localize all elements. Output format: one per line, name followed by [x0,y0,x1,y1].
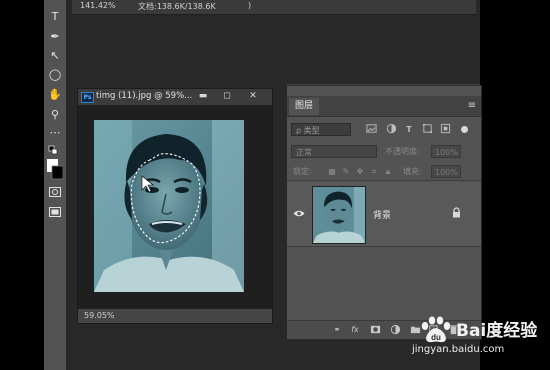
link-layers-icon[interactable]: ⚭ [331,324,343,336]
zoom-tool-icon[interactable]: ⚲ [47,106,63,122]
screen-mode-icon[interactable] [47,204,63,220]
pen-tool-icon[interactable]: ✒ [47,28,63,44]
type-tool-icon[interactable]: T [47,8,63,24]
lock-row: 锁定: ▦ ✎ ✥ ⌗ 🔒︎ 填充: 100% [287,164,481,181]
doc-size-readout: 文档:138.6K/138.6K [138,2,216,11]
opacity-label: 不透明度: [385,147,420,156]
layer-thumbnail [312,186,366,244]
color-swatches-icon[interactable] [47,158,63,180]
fill-label: 填充: [403,167,422,176]
left-letterbox [0,0,44,370]
layers-panel: 图层 ≡ ρ 类型 T 正常 不透明度: 100% 锁定: ▦ ✎ ✥ ⌗ 🔒︎… [286,85,482,340]
hand-tool-icon[interactable]: ✋ [47,86,63,102]
window-status-bar: 59.05% [78,309,272,323]
minimize-icon[interactable]: ▬ [196,90,210,103]
layer-row[interactable]: 背景 [287,182,481,247]
lock-artboard-icon[interactable]: ⌗ [369,166,379,177]
zoom-readout[interactable]: 59.05% [84,311,115,320]
tools-panel: T ✒ ↖ ◯ ✋ ⚲ ⋯ [44,0,67,370]
window-title: timg (11).jpg @ 59%... [96,91,193,101]
watermark-brand: Bai度经验 [456,321,538,341]
panel-menu-icon[interactable]: ≡ [468,100,476,111]
path-select-icon[interactable]: ↖ [47,47,63,63]
blend-mode-select[interactable]: 正常 [291,145,377,158]
adjustment-filter-icon[interactable] [385,123,397,136]
lock-label: 锁定: [293,167,312,176]
watermark-url: jingyan.baidu.com [412,344,505,355]
adjustment-layer-icon[interactable] [389,324,401,336]
fx-icon[interactable]: fx [349,324,361,336]
lock-transparency-icon[interactable]: ▦ [327,166,337,177]
baidu-paw-logo: du [421,316,451,343]
type-filter-icon[interactable]: T [403,123,415,136]
close-icon[interactable]: ✕ [246,90,260,103]
baidu-jingyan-watermark: du Bai度经验 jingyan.baidu.com [412,316,537,355]
filter-toggle[interactable] [461,126,468,133]
window-titlebar[interactable]: Ps timg (11).jpg @ 59%... ▬ ◻ ✕ [78,89,272,106]
tab-layers[interactable]: 图层 [289,98,320,115]
image-filter-icon[interactable] [365,123,377,136]
lock-all-icon[interactable]: 🔒︎ [383,166,393,177]
blend-row: 正常 不透明度: 100% [287,144,481,160]
ellipse-tool-icon[interactable]: ◯ [47,66,63,82]
visibility-eye-icon[interactable] [293,209,305,218]
add-mask-icon[interactable] [369,324,381,336]
opacity-field[interactable]: 100% [431,145,461,158]
lock-position-icon[interactable]: ✥ [355,166,365,177]
shape-filter-icon[interactable] [421,123,433,136]
layer-lock-icon [452,207,461,218]
image-document-window[interactable]: Ps timg (11).jpg @ 59%... ▬ ◻ ✕ 59.05% [77,88,273,324]
svg-text:du: du [431,333,441,342]
portrait-photo[interactable] [94,120,244,292]
doc-zoom-readout: 141.42% [80,1,116,10]
status-menu-arrow[interactable]: ) [248,1,251,10]
layer-filter-row: ρ 类型 T [287,122,481,138]
ps-badge-icon: Ps [81,92,94,103]
background-document-status: 141.42% 文档:138.6K/138.6K ) [72,0,476,15]
panel-tab-row: 图层 ≡ [287,96,481,117]
more-tools-icon[interactable]: ⋯ [47,124,63,140]
lock-pixels-icon[interactable]: ✎ [341,166,351,177]
maximize-icon[interactable]: ◻ [220,90,234,103]
fill-field[interactable]: 100% [431,165,461,178]
document-canvas[interactable] [78,106,272,309]
layer-name[interactable]: 背景 [373,208,391,221]
filter-kind-select[interactable]: ρ 类型 [291,123,351,136]
quick-mask-icon[interactable] [47,184,63,200]
smart-object-filter-icon[interactable] [439,123,451,136]
right-letterbox [480,0,550,370]
